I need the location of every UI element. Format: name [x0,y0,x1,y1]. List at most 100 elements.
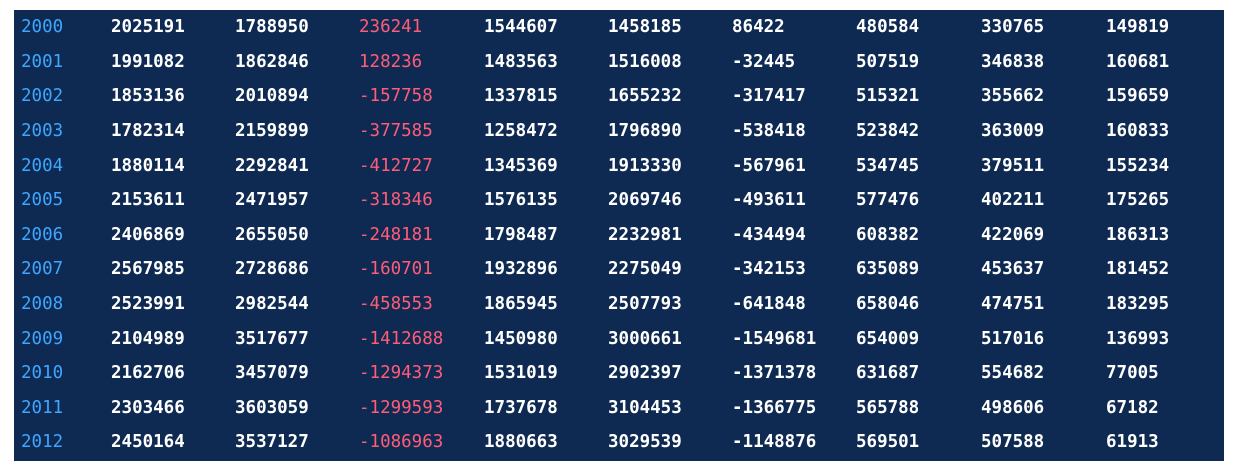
table-cell: 2728686 [235,259,309,280]
highlight-cell: -377585 [359,121,433,142]
table-cell: 631687 [856,363,920,384]
table-cell: 67182 [1106,397,1159,418]
table-cell: 186313 [1106,224,1170,245]
table-cell: 2232981 [608,224,682,245]
highlight-cell: -1412688 [359,328,444,349]
year-cell: 2006 [21,224,64,245]
table-row: 2004 1880114 2292841 -412727 1345369 1913330 -… [14,148,1224,183]
table-cell: 2567985 [111,259,185,280]
year-cell: 2005 [21,190,64,211]
table-cell: 577476 [856,190,920,211]
table-cell: 136993 [1106,328,1170,349]
table-cell: 2025191 [111,17,185,38]
table-row: 2003 1782314 2159899 -377585 1258472 1796890 -… [14,114,1224,149]
table-cell: 554682 [981,363,1045,384]
table-cell: 2507793 [608,294,682,315]
table-cell: 507588 [981,432,1045,453]
table-cell: 3000661 [608,328,682,349]
table-body: 2000 2025191 1788950 236241 1544607 1458185 86… [14,10,1224,460]
table-cell: 3457079 [235,363,309,384]
table-cell: 2069746 [608,190,682,211]
highlight-cell: -248181 [359,224,433,245]
table-cell: 2292841 [235,155,309,176]
table-cell: 1880114 [111,155,185,176]
table-cell: 181452 [1106,259,1170,280]
table-cell: 3029539 [608,432,682,453]
year-cell: 2007 [21,259,64,280]
table-cell: 159659 [1106,86,1170,107]
table-row: 2012 2450164 3537127 -1086963 1880663 3029539… [14,425,1224,460]
table-cell: 422069 [981,224,1045,245]
table-cell: 1782314 [111,121,185,142]
table-cell: 1345369 [484,155,558,176]
table-cell: 1913330 [608,155,682,176]
year-cell: 2003 [21,121,64,142]
table-cell: 1544607 [484,17,558,38]
table-cell: -434494 [732,224,806,245]
table-cell: 1516008 [608,51,682,72]
table-cell: -493611 [732,190,806,211]
table-cell: 517016 [981,328,1045,349]
year-cell: 2004 [21,155,64,176]
table-cell: -1549681 [732,328,817,349]
table-cell: 1788950 [235,17,309,38]
highlight-cell: -458553 [359,294,433,315]
table-cell: 1737678 [484,397,558,418]
year-cell: 2001 [21,51,64,72]
table-cell: 2406869 [111,224,185,245]
year-cell: 2002 [21,86,64,107]
table-row: 2001 1991082 1862846 128236 1483563 1516008 -3… [14,45,1224,80]
table-row: 2002 1853136 2010894 -157758 1337815 1655232 -… [14,79,1224,114]
table-cell: 86422 [732,17,785,38]
table-cell: 2159899 [235,121,309,142]
table-cell: 565788 [856,397,920,418]
year-cell: 2011 [21,397,64,418]
table-cell: 474751 [981,294,1045,315]
highlight-cell: 128236 [359,51,423,72]
table-cell: 61913 [1106,432,1159,453]
table-cell: 1862846 [235,51,309,72]
table-cell: 330765 [981,17,1045,38]
table-cell: 160833 [1106,121,1170,142]
table-cell: 1258472 [484,121,558,142]
table-cell: 1337815 [484,86,558,107]
table-row: 2011 2303466 3603059 -1299593 1737678 3104453… [14,391,1224,426]
table-cell: -1371378 [732,363,817,384]
highlight-cell: -160701 [359,259,433,280]
table-cell: 498606 [981,397,1045,418]
table-cell: 2010894 [235,86,309,107]
table-cell: 1576135 [484,190,558,211]
table-cell: -317417 [732,86,806,107]
table-cell: 1796890 [608,121,682,142]
year-cell: 2008 [21,294,64,315]
table-cell: 515321 [856,86,920,107]
table-cell: 160681 [1106,51,1170,72]
table-cell: 175265 [1106,190,1170,211]
highlight-cell: -412727 [359,155,433,176]
table-cell: 183295 [1106,294,1170,315]
table-cell: 77005 [1106,363,1159,384]
table-row: 2008 2523991 2982544 -458553 1865945 2507793 -… [14,287,1224,322]
table-cell: 1932896 [484,259,558,280]
table-cell: 3537127 [235,432,309,453]
table-cell: 654009 [856,328,920,349]
table-row: 2009 2104989 3517677 -1412688 1450980 3000661… [14,321,1224,356]
highlight-cell: -318346 [359,190,433,211]
table-cell: 1853136 [111,86,185,107]
year-cell: 2009 [21,328,64,349]
table-cell: -342153 [732,259,806,280]
highlight-cell: -1294373 [359,363,444,384]
table-cell: 523842 [856,121,920,142]
table-cell: -538418 [732,121,806,142]
table-cell: -1148876 [732,432,817,453]
table-cell: 635089 [856,259,920,280]
table-cell: 2153611 [111,190,185,211]
highlight-cell: -1299593 [359,397,444,418]
table-cell: 346838 [981,51,1045,72]
table-cell: -641848 [732,294,806,315]
table-cell: 149819 [1106,17,1170,38]
table-cell: 379511 [981,155,1045,176]
table-cell: 1483563 [484,51,558,72]
table-cell: 402211 [981,190,1045,211]
table-cell: 2162706 [111,363,185,384]
